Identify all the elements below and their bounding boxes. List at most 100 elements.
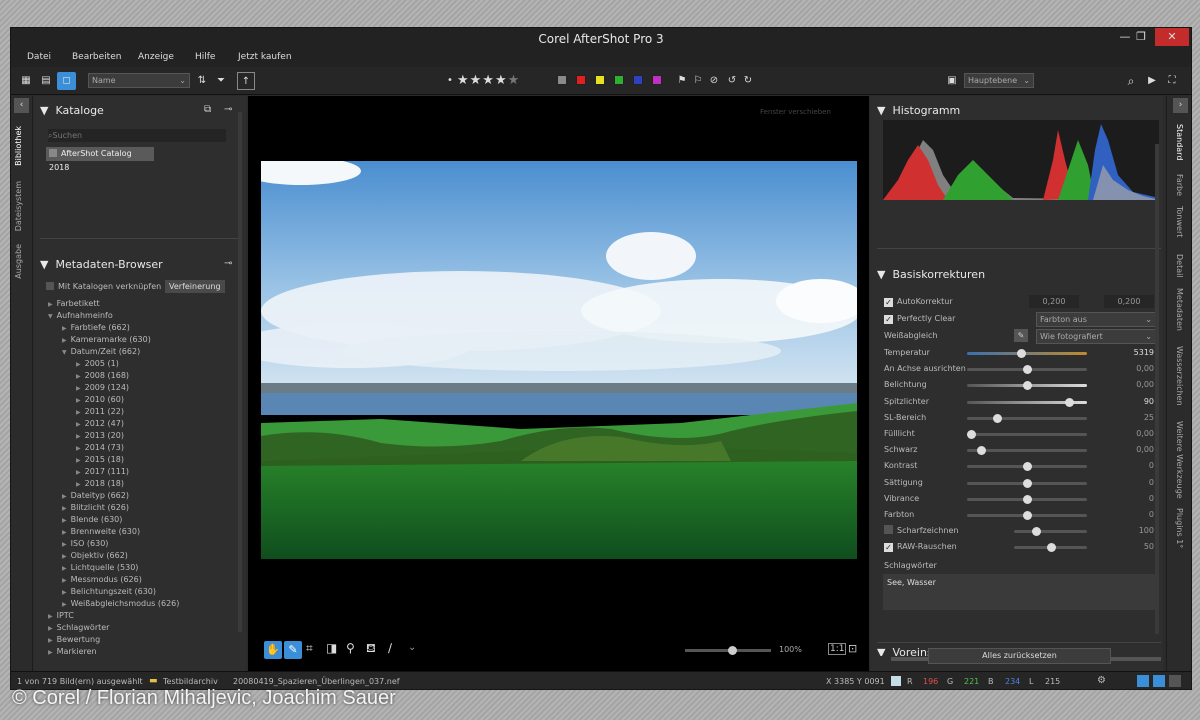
slider-track[interactable] xyxy=(967,446,1087,456)
color-label-swatch[interactable] xyxy=(614,75,624,85)
sort-order-icon[interactable]: ⇅ xyxy=(193,72,211,90)
color-label-swatch[interactable] xyxy=(557,75,567,85)
sample-settings-icon[interactable]: ⚙ xyxy=(1097,675,1106,686)
menu-anzeige[interactable]: Anzeige xyxy=(138,52,174,62)
color-label-swatch[interactable] xyxy=(576,75,586,85)
tree-item[interactable]: ▶ Weißabgleichsmodus (626) xyxy=(48,598,248,610)
tree-item[interactable]: ▶ Lichtquelle (530) xyxy=(48,562,248,574)
slider-knob[interactable] xyxy=(1023,478,1032,488)
rating-clear-icon[interactable]: • xyxy=(447,72,453,90)
new-catalog-icon[interactable]: ⧉ xyxy=(204,104,211,115)
color-label-swatch[interactable] xyxy=(652,75,662,85)
slider-track[interactable] xyxy=(967,413,1087,423)
tree-item[interactable]: ▶ 2008 (168) xyxy=(48,370,248,382)
chevron-down-icon[interactable]: ⌄ xyxy=(408,642,416,653)
slider-knob[interactable] xyxy=(1065,397,1074,407)
redeye-icon[interactable]: ⚲ xyxy=(346,641,355,655)
slider-value[interactable]: 0,00 xyxy=(1124,427,1154,441)
link-catalogs-checkbox[interactable]: Mit Katalogen verknüpfen xyxy=(46,282,161,291)
split-view-icon[interactable]: ▤ xyxy=(37,72,55,90)
slider-knob[interactable] xyxy=(966,430,976,439)
catalog-search-input[interactable]: ⌕Suchen xyxy=(48,129,226,142)
slider-track[interactable] xyxy=(967,349,1087,358)
collapse-left-icon[interactable]: ‹ xyxy=(14,98,29,113)
tree-item[interactable]: ▶ 2017 (111) xyxy=(48,466,248,478)
basis-header[interactable]: ▼ Basiskorrekturen xyxy=(877,268,985,281)
rating-stars[interactable]: ★★★★★ xyxy=(457,72,537,90)
tab-dateisystem[interactable]: Dateisystem xyxy=(14,181,23,231)
tree-item[interactable]: ▶ 2013 (20) xyxy=(48,430,248,442)
tree-item[interactable]: ▶ IPTC xyxy=(48,610,248,622)
crop-icon[interactable]: ⌗ xyxy=(306,641,313,656)
tree-item[interactable]: ▼ Aufnahmeinfo xyxy=(48,310,248,322)
tree-item[interactable]: ▶ Belichtungszeit (630) xyxy=(48,586,248,598)
auto-checkbox[interactable]: ✓ xyxy=(884,298,893,307)
slideshow-icon[interactable]: ▶ xyxy=(1143,72,1161,90)
slider-value[interactable]: 0,00 xyxy=(1124,378,1154,392)
fit-screen-icon[interactable]: ⊡ xyxy=(848,642,857,655)
menu-bearbeiten[interactable]: Bearbeiten xyxy=(72,52,121,62)
slider-track[interactable] xyxy=(966,430,1087,439)
tree-item[interactable]: ▶ ISO (630) xyxy=(48,538,248,550)
menu-jetzt-kaufen[interactable]: Jetzt kaufen xyxy=(238,52,292,62)
landscape-photo[interactable] xyxy=(261,161,857,559)
slider-knob[interactable] xyxy=(1023,511,1032,520)
pin-icon[interactable]: ⊸ xyxy=(224,104,232,115)
eyedropper-icon[interactable]: ✎ xyxy=(284,641,302,659)
tab-right[interactable]: Standard xyxy=(1175,124,1184,160)
info-icon[interactable] xyxy=(1137,675,1149,687)
retouch-icon[interactable]: ⛾ xyxy=(366,641,376,657)
unflag-icon[interactable]: ⊘ xyxy=(707,72,721,90)
tree-item[interactable]: ▶ 2010 (60) xyxy=(48,394,248,406)
zoom-slider[interactable] xyxy=(685,646,771,655)
perfect-checkbox[interactable]: ✓ xyxy=(884,315,893,324)
tab-ausgabe[interactable]: Ausgabe xyxy=(14,244,23,279)
color-label-swatch[interactable] xyxy=(633,75,643,85)
metadata-header[interactable]: ▼ Metadaten-Browser xyxy=(40,258,163,271)
layer-select[interactable]: Hauptebene ⌄ xyxy=(964,73,1034,88)
slider-knob[interactable] xyxy=(1023,494,1032,504)
rotate-left-icon[interactable]: ↺ xyxy=(725,72,739,90)
tab-right[interactable]: Detail xyxy=(1175,254,1184,278)
keywords-field[interactable]: See, Wasser xyxy=(883,574,1157,610)
tree-item[interactable]: ▶ Blende (630) xyxy=(48,514,248,526)
rotate-right-icon[interactable]: ↻ xyxy=(741,72,755,90)
fullscreen-icon[interactable]: ⛶ xyxy=(1163,72,1181,90)
refine-button[interactable]: Verfeinerung xyxy=(165,280,225,293)
sharpen-value[interactable]: 100 xyxy=(1124,524,1154,538)
tree-item[interactable]: ▶ Brennweite (630) xyxy=(48,526,248,538)
right-scrollbar[interactable] xyxy=(1155,144,1159,634)
slider-value[interactable]: 90 xyxy=(1124,395,1154,409)
histogram-header[interactable]: ▼ Histogramm xyxy=(877,104,960,117)
slider-value[interactable]: 0,00 xyxy=(1124,443,1154,457)
raw-slider[interactable] xyxy=(1014,543,1087,552)
folder-name[interactable]: Testbildarchiv xyxy=(163,677,218,686)
slider-knob[interactable] xyxy=(1023,462,1032,472)
slider-value[interactable]: 0,00 xyxy=(1124,362,1154,376)
tree-item[interactable]: ▶ Dateityp (662) xyxy=(48,490,248,502)
tree-item[interactable]: ▶ Blitzlicht (626) xyxy=(48,502,248,514)
slider-knob[interactable] xyxy=(1023,381,1032,391)
left-scrollbar[interactable] xyxy=(238,112,242,632)
sharpen-slider[interactable] xyxy=(1014,527,1087,536)
restore-icon[interactable]: ❐ xyxy=(1125,28,1157,46)
auto-value-1[interactable]: 0,200 xyxy=(1029,295,1079,308)
raw-value[interactable]: 50 xyxy=(1124,540,1154,554)
tab-right[interactable]: Farbe xyxy=(1175,174,1184,196)
flag-icon[interactable]: ⚑ xyxy=(675,72,689,90)
tree-item[interactable]: ▶ 2009 (124) xyxy=(48,382,248,394)
catalog-item[interactable]: AfterShot Catalog 2018 xyxy=(46,147,154,172)
filter-icon[interactable]: ⏷ xyxy=(213,72,229,90)
slider-value[interactable]: 0 xyxy=(1124,476,1154,490)
slider-knob[interactable] xyxy=(1023,365,1032,375)
tree-item[interactable]: ▶ Bewertung xyxy=(48,634,248,646)
fit-1to1-icon[interactable]: 1:1 xyxy=(828,643,847,655)
collapse-right-icon[interactable]: › xyxy=(1173,98,1188,113)
tree-item[interactable]: ▶ 2005 (1) xyxy=(48,358,248,370)
slider-track[interactable] xyxy=(967,365,1087,375)
sharpen-checkbox[interactable] xyxy=(884,525,893,534)
slider-value[interactable]: 0 xyxy=(1124,508,1154,522)
tab-right[interactable]: Tonwert xyxy=(1175,206,1184,237)
grid-view-icon[interactable]: ▦ xyxy=(17,72,35,90)
slider-knob[interactable] xyxy=(993,413,1002,423)
